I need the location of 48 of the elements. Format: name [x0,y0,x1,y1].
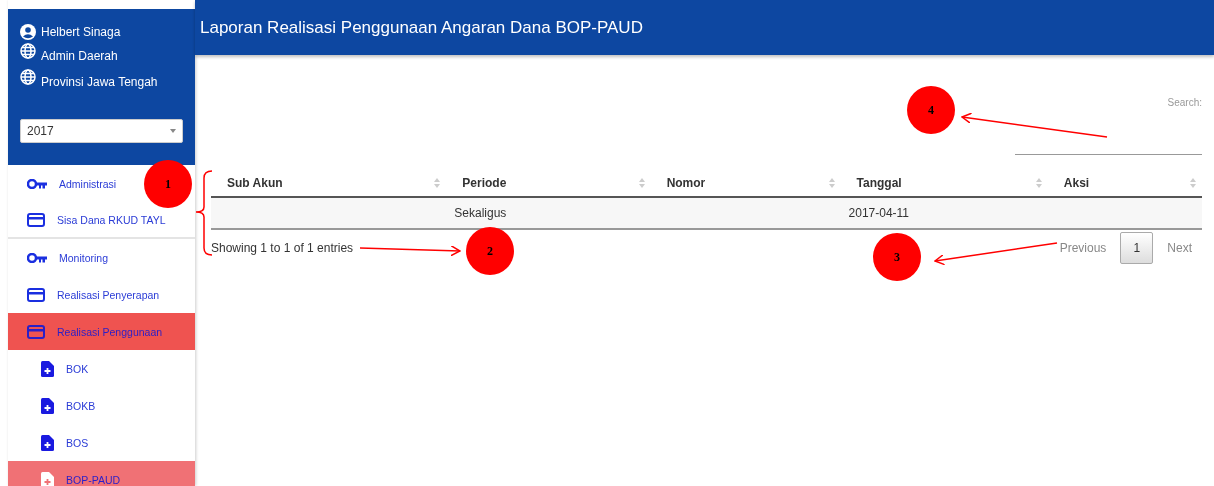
page-title: Laporan Realisasi Penggunaan Angaran Dana BOP-PAUD [200,17,643,38]
search-label: Search: [1167,97,1202,108]
sidebar-item-label: BOS [66,436,89,449]
file-plus-icon [41,397,54,414]
sidebar-item-label: Administrasi [59,177,117,190]
credit-card-icon [27,212,45,227]
sidebar-subitem[interactable]: BOK [8,350,195,387]
profile-text: Provinsi Jawa Tengah [41,74,158,89]
sidebar-subitem[interactable]: BOS [8,424,195,461]
user-icon [20,24,36,40]
caret-icon [170,129,176,133]
credit-card-icon [27,324,45,339]
annotation-marker: 4 [907,86,955,134]
key-icon [27,178,47,189]
sort-icon [1190,178,1196,188]
globe-icon [20,43,36,59]
profile-text: Admin Daerah [41,48,118,63]
key-icon [27,252,47,263]
sidebar-item-label: Sisa Dana RKUD TAYL [57,213,166,226]
file-plus-icon [41,360,54,377]
next-link[interactable]: Next [1167,241,1192,255]
globe-icon [20,69,36,85]
file-plus-icon [41,434,54,451]
sidebar-subitem[interactable]: BOKB [8,387,195,424]
sidebar-item-label: Monitoring [59,251,109,264]
previous-link[interactable]: Previous [1059,241,1107,255]
page-button[interactable]: 1 [1120,232,1154,264]
sidebar-item[interactable]: Realisasi Penyerapan [8,276,195,313]
sidebar-item-label: BOP-PAUD [66,473,121,486]
sidebar-item-label: Realisasi Penyerapan [57,288,160,301]
sort-icon [1035,178,1042,188]
entries-info: Showing 1 to 1 of 1 entries [211,241,354,255]
file-plus-icon [41,471,54,486]
sidebar-item[interactable]: Monitoring [8,239,195,276]
table-cell: 2017-04-11 [848,206,910,220]
sidebar-item-label: BOKB [66,399,96,412]
sort-icon [828,178,835,188]
sort-icon [434,178,441,188]
annotation-marker: 2 [466,227,514,275]
sidebar-item-label: Realisasi Penggunaan [57,325,163,338]
table-cell: Sekaligus [454,206,507,220]
profile-text: Helbert Sinaga [41,25,121,39]
sort-icon [638,178,645,188]
credit-card-icon [27,287,45,302]
annotation-marker: 3 [873,233,921,281]
sidebar-item-label: BOK [66,362,89,375]
sidebar-item[interactable]: Sisa Dana RKUD TAYL [8,202,195,239]
year-select[interactable]: 2017 [20,119,183,143]
